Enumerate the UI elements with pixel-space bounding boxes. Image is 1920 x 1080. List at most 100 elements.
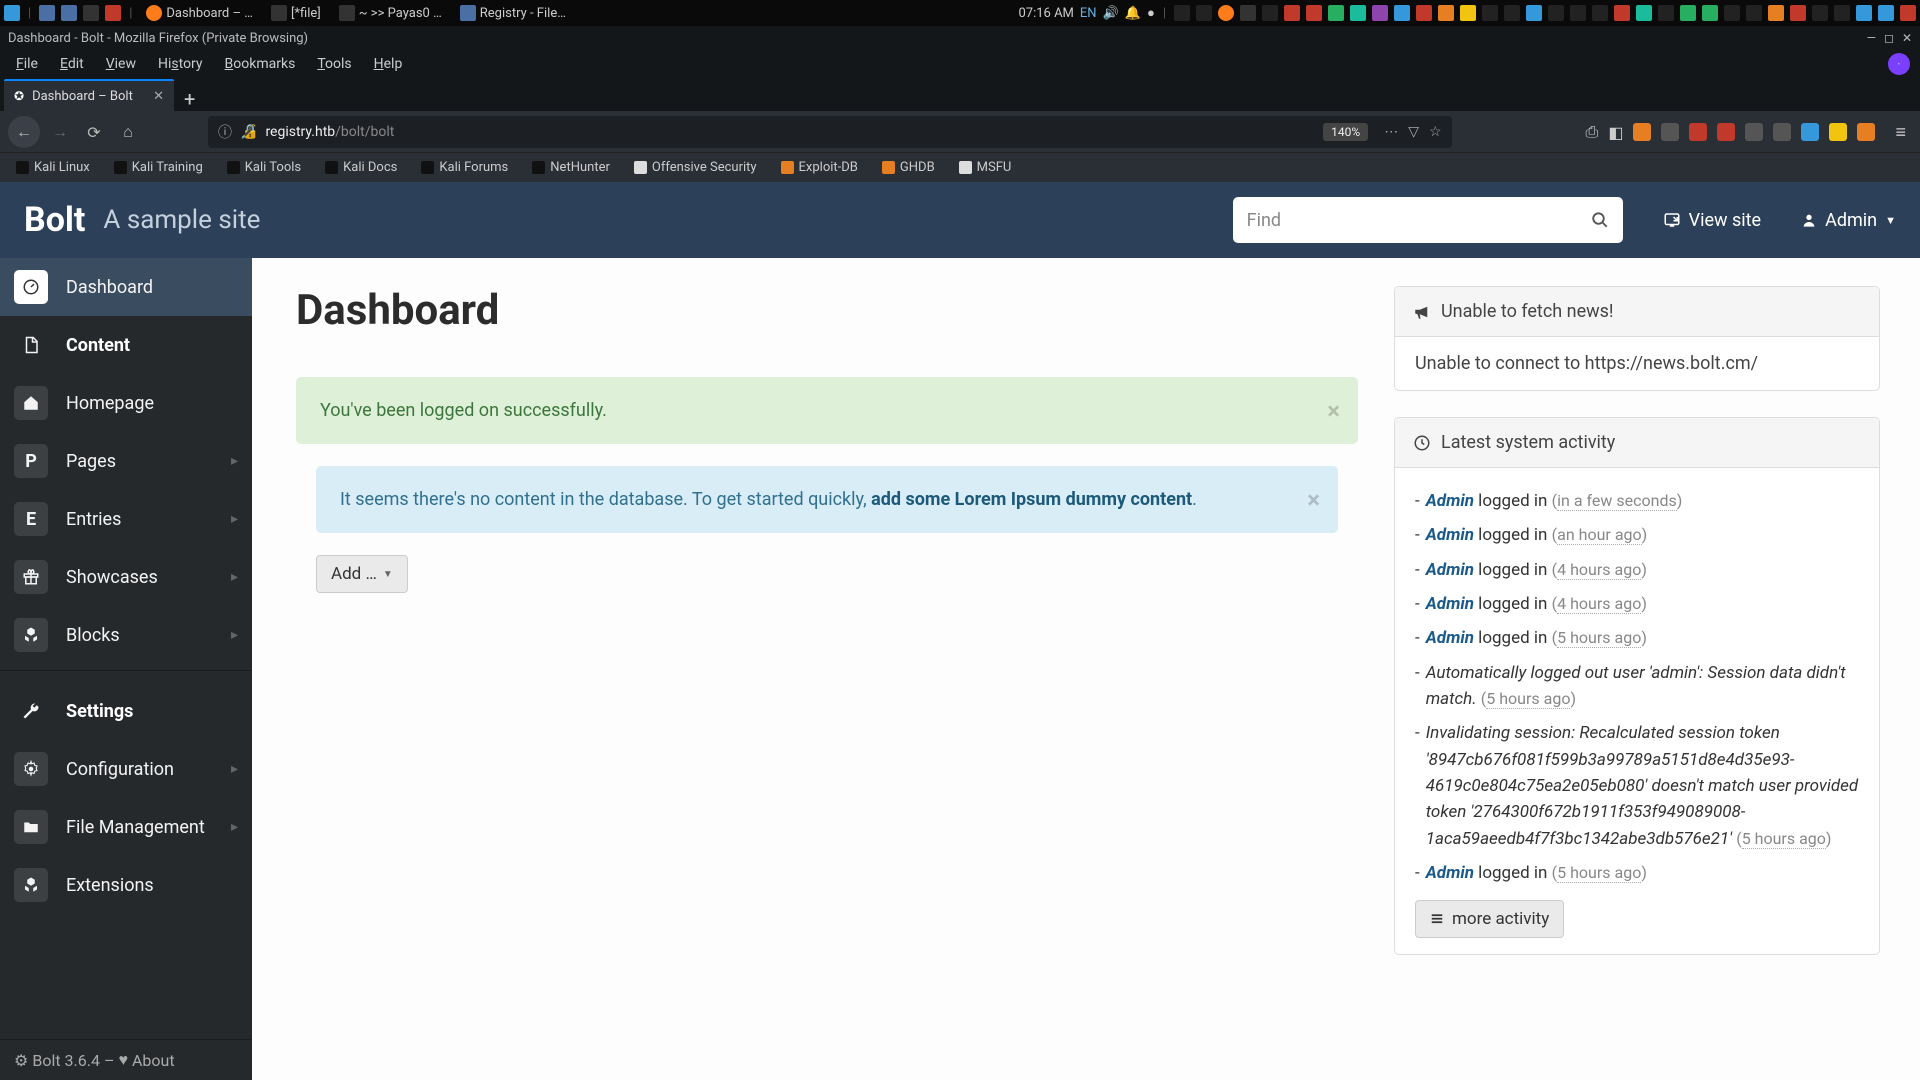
bookmark-item[interactable]: Exploit-DB <box>771 156 868 179</box>
sidebar-item-extensions[interactable]: Extensions <box>0 856 252 914</box>
ext-icon[interactable] <box>1745 123 1763 141</box>
ext-icon[interactable] <box>1829 123 1847 141</box>
tray-icon[interactable] <box>1482 5 1498 21</box>
more-activity-button[interactable]: more activity <box>1415 900 1564 938</box>
about-link[interactable]: About <box>132 1051 175 1070</box>
tray-icon[interactable] <box>1658 5 1674 21</box>
close-icon[interactable]: × <box>1307 482 1320 518</box>
tray-icon[interactable] <box>1614 5 1630 21</box>
ext-icon[interactable] <box>1857 123 1875 141</box>
volume-icon[interactable]: 🔊 <box>1103 6 1119 21</box>
tray-icon[interactable] <box>1240 5 1256 21</box>
admin-menu[interactable]: Admin ▼ <box>1801 210 1896 231</box>
bookmark-item[interactable]: Kali Tools <box>217 156 311 179</box>
bookmark-item[interactable]: Offensive Security <box>624 156 767 179</box>
menu-tools[interactable]: Tools <box>307 52 361 76</box>
menu-view[interactable]: View <box>96 52 146 76</box>
tray-icon[interactable] <box>1460 5 1476 21</box>
ext-icon[interactable] <box>1689 123 1707 141</box>
menu-help[interactable]: Help <box>364 52 413 76</box>
tray-icon[interactable] <box>1306 5 1322 21</box>
view-site-link[interactable]: View site <box>1663 210 1761 231</box>
activity-user[interactable]: Admin <box>1426 628 1474 648</box>
tray-icon[interactable]: ● <box>1147 5 1155 21</box>
tray-icon[interactable] <box>1878 5 1894 21</box>
sidebar-icon[interactable]: ◧ <box>1608 123 1623 142</box>
keyboard-lang[interactable]: EN <box>1080 6 1097 21</box>
tray-icon[interactable] <box>1746 5 1762 21</box>
sidebar-item-entries[interactable]: E Entries ▸ <box>0 490 252 548</box>
sidebar-item-pages[interactable]: P Pages ▸ <box>0 432 252 490</box>
reload-button[interactable]: ⟳ <box>80 118 108 146</box>
tray-icon[interactable] <box>1702 5 1718 21</box>
menu-history[interactable]: History <box>148 52 213 76</box>
window-close[interactable]: ✕ <box>1902 31 1912 45</box>
tray-icon[interactable] <box>1372 5 1388 21</box>
tray-icon[interactable] <box>1790 5 1806 21</box>
tray-icon[interactable] <box>1812 5 1828 21</box>
panel-icon[interactable] <box>83 5 99 21</box>
tray-icon[interactable] <box>1416 5 1432 21</box>
add-dropdown-button[interactable]: Add … ▼ <box>316 555 408 593</box>
taskbar-item[interactable]: Registry - File… <box>454 3 572 23</box>
tray-icon[interactable] <box>1196 5 1212 21</box>
forward-button[interactable]: → <box>46 118 74 146</box>
library-icon[interactable]: ⎙ <box>1586 122 1599 142</box>
back-button[interactable]: ← <box>8 116 40 148</box>
browser-tab[interactable]: ✪ Dashboard – Bolt ✕ <box>4 79 174 111</box>
activity-user[interactable]: Admin <box>1426 863 1474 883</box>
hamburger-menu-icon[interactable]: ≡ <box>1889 122 1912 143</box>
panel-icon[interactable] <box>61 5 77 21</box>
ext-icon[interactable] <box>1773 123 1791 141</box>
tray-icon[interactable] <box>1526 5 1542 21</box>
kali-icon[interactable] <box>4 5 20 21</box>
url-bar[interactable]: ⓘ 🔏 registry.htb/bolt/bolt 140% ⋯ ▽ ☆ <box>208 116 1452 148</box>
tray-icon[interactable] <box>1680 5 1696 21</box>
bookmark-item[interactable]: MSFU <box>949 156 1022 179</box>
activity-user[interactable]: Admin <box>1426 491 1474 511</box>
add-dummy-content-link[interactable]: add some Lorem Ipsum dummy content <box>871 489 1192 510</box>
brand-logo[interactable]: Bolt <box>24 200 85 240</box>
page-action-icon[interactable]: ⋯ <box>1384 124 1398 140</box>
tray-icon[interactable] <box>1438 5 1454 21</box>
tray-icon[interactable] <box>1570 5 1586 21</box>
version-label[interactable]: Bolt 3.6.4 <box>32 1051 100 1070</box>
home-button[interactable]: ⌂ <box>114 118 142 146</box>
search-icon[interactable] <box>1591 211 1609 229</box>
panel-icon[interactable] <box>105 5 121 21</box>
window-maximize[interactable]: ◻ <box>1884 31 1894 45</box>
search-input[interactable] <box>1247 210 1591 231</box>
ext-icon[interactable] <box>1717 123 1735 141</box>
activity-user[interactable]: Admin <box>1426 525 1474 545</box>
bookmark-item[interactable]: Kali Docs <box>315 156 407 179</box>
panel-icon[interactable] <box>39 5 55 21</box>
tray-icon[interactable] <box>1636 5 1652 21</box>
bookmark-star-icon[interactable]: ☆ <box>1429 124 1442 140</box>
menu-bookmarks[interactable]: Bookmarks <box>215 52 306 76</box>
tray-icon[interactable] <box>1856 5 1872 21</box>
bookmark-item[interactable]: Kali Forums <box>411 156 518 179</box>
sidebar-item-showcases[interactable]: Showcases ▸ <box>0 548 252 606</box>
reader-icon[interactable]: ▽ <box>1408 124 1419 140</box>
tray-icon[interactable] <box>1262 5 1278 21</box>
tray-icon[interactable] <box>1328 5 1344 21</box>
taskbar-item[interactable]: ~ >> Payas0 … <box>333 3 448 23</box>
sidebar-item-homepage[interactable]: Homepage <box>0 374 252 432</box>
tab-close-icon[interactable]: ✕ <box>153 89 164 104</box>
activity-user[interactable]: Admin <box>1426 560 1474 580</box>
menu-edit[interactable]: Edit <box>50 52 94 76</box>
sidebar-item-blocks[interactable]: Blocks ▸ <box>0 606 252 664</box>
bookmark-item[interactable]: GHDB <box>872 156 945 179</box>
sidebar-item-configuration[interactable]: Configuration ▸ <box>0 740 252 798</box>
tray-icon[interactable] <box>1900 5 1916 21</box>
bookmark-item[interactable]: NetHunter <box>522 156 620 179</box>
ext-icon[interactable] <box>1661 123 1679 141</box>
menu-file[interactable]: File <box>6 52 48 76</box>
sidebar-item-file-management[interactable]: File Management ▸ <box>0 798 252 856</box>
search-box[interactable] <box>1233 197 1623 243</box>
tray-icon[interactable] <box>1768 5 1784 21</box>
tray-icon[interactable] <box>1218 5 1234 21</box>
taskbar-item[interactable]: [*file] <box>265 3 327 23</box>
info-icon[interactable]: ⓘ <box>218 122 232 142</box>
tray-icon[interactable] <box>1504 5 1520 21</box>
